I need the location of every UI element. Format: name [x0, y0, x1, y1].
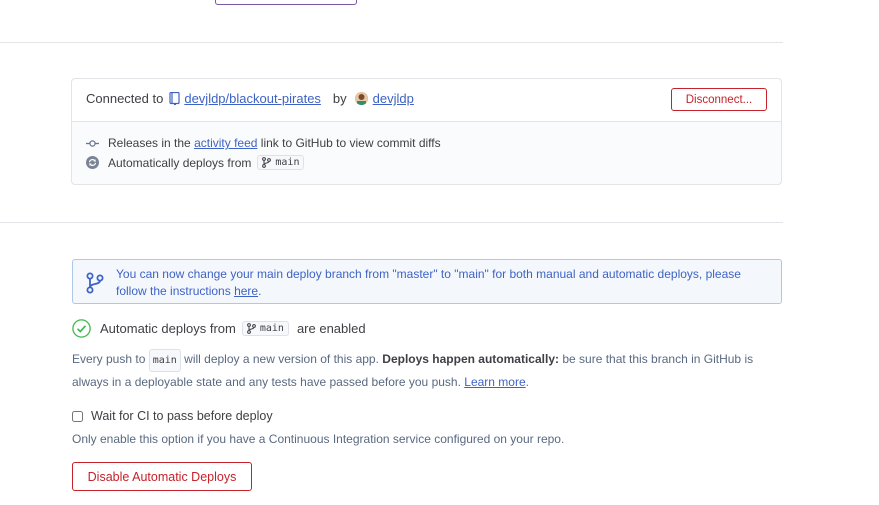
auto-branch-badge: main	[241, 321, 289, 336]
wait-for-ci-option[interactable]: Wait for CI to pass before deploy	[72, 409, 273, 423]
check-circle-icon	[72, 319, 91, 338]
branch-badge: main	[257, 155, 305, 170]
connected-to-label: Connected to	[86, 91, 164, 106]
disconnect-button[interactable]: Disconnect...	[671, 88, 767, 111]
ci-note: Only enable this option if you have a Co…	[72, 432, 565, 446]
auto-deploy-suffix: are enabled	[296, 321, 366, 336]
sync-icon	[86, 156, 99, 169]
auto-deploy-line: Automatically deploys from main	[86, 155, 305, 170]
branch-name: main	[275, 157, 300, 168]
auto-deploy-prefix: Automatic deploys from	[100, 321, 236, 336]
desc-part-2: will deploy a new version of this app.	[184, 352, 379, 366]
banner-end: .	[258, 284, 262, 298]
by-label: by	[332, 91, 347, 106]
releases-line: Releases in the activity feed link to Gi…	[86, 136, 441, 150]
banner-message: You can now change your main deploy bran…	[116, 267, 741, 298]
main-branch-banner: You can now change your main deploy bran…	[72, 259, 782, 304]
desc-bold: Deploys happen automatically:	[382, 352, 559, 366]
branch-icon-large	[86, 272, 104, 294]
branch-icon	[262, 157, 272, 168]
auto-deploys-from-text: Automatically deploys from	[108, 155, 252, 170]
wait-for-ci-label: Wait for CI to pass before deploy	[91, 409, 273, 423]
previous-section-button[interactable]	[215, 0, 357, 5]
section-divider	[0, 42, 783, 43]
repo-icon	[169, 92, 180, 105]
auto-branch-name: main	[259, 323, 284, 334]
auto-deploy-status: Automatic deploys from main are enabled	[72, 319, 366, 338]
user-avatar-icon	[354, 92, 368, 105]
banner-text: You can now change your main deploy bran…	[116, 266, 771, 300]
github-connection-card: Connected to devjldp/blackout-pirates by…	[71, 78, 782, 185]
commit-icon	[86, 139, 99, 147]
releases-prefix: Releases in the	[108, 136, 191, 150]
desc-end: .	[525, 375, 529, 389]
section-divider-2	[0, 222, 783, 223]
connection-header: Connected to devjldp/blackout-pirates by…	[72, 79, 781, 122]
learn-more-link[interactable]: Learn more	[464, 375, 525, 389]
branch-icon	[246, 323, 256, 334]
instructions-link[interactable]: here	[234, 284, 258, 298]
desc-branch-badge: main	[148, 349, 181, 372]
auto-deploy-description: Every push to main will deploy a new ver…	[72, 349, 772, 393]
disable-automatic-deploys-button[interactable]: Disable Automatic Deploys	[72, 462, 252, 491]
activity-feed-link[interactable]: activity feed	[194, 136, 257, 150]
repo-link[interactable]: devjldp/blackout-pirates	[184, 91, 321, 106]
desc-part-1: Every push to	[72, 352, 146, 366]
wait-for-ci-checkbox[interactable]	[72, 410, 83, 422]
user-link[interactable]: devjldp	[373, 91, 414, 106]
releases-suffix: link to GitHub to view commit diffs	[260, 136, 441, 150]
